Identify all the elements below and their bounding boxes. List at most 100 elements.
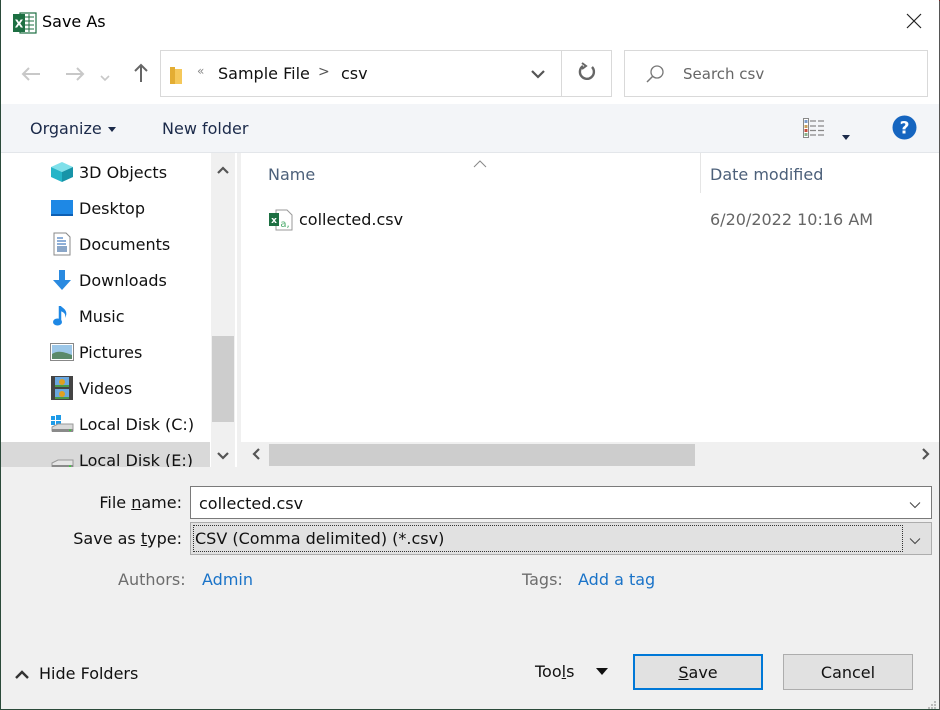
save-as-type-value: CSV (Comma delimited) (*.csv) — [195, 529, 445, 548]
column-header-date-modified[interactable]: Date modified — [710, 165, 823, 184]
file-name: collected.csv — [299, 210, 404, 229]
nav-item-label: Videos — [79, 378, 133, 398]
nav-item-label: Desktop — [79, 198, 145, 218]
excel-icon: X — [13, 12, 37, 34]
forward-button[interactable] — [60, 60, 90, 90]
label-text: ype: — [147, 529, 182, 548]
breadcrumb-sample-file[interactable]: Sample File — [218, 64, 310, 83]
nav-item-3d-objects[interactable]: 3D Objects — [1, 154, 210, 190]
file-name-label: File name: — [81, 493, 182, 512]
back-button[interactable] — [16, 60, 46, 90]
label-text: Too — [535, 662, 562, 681]
close-icon — [906, 13, 922, 33]
scroll-left-button[interactable] — [243, 442, 269, 468]
file-row[interactable]: x a, collected.csv 6/20/2022 10:16 AM — [261, 203, 931, 237]
nav-item-label: Local Disk (E:) — [79, 450, 193, 468]
help-icon: ? — [892, 115, 917, 144]
label-text: File — [99, 493, 132, 512]
file-date-modified: 6/20/2022 10:16 AM — [710, 210, 874, 229]
hide-folders-button[interactable]: Hide Folders — [15, 664, 138, 683]
nav-item-desktop[interactable]: Desktop — [1, 190, 210, 226]
scroll-up-button[interactable] — [211, 155, 235, 183]
nav-item-pictures[interactable]: Pictures — [1, 334, 210, 370]
nav-item-videos[interactable]: Videos — [1, 370, 210, 406]
navigation-pane: 3D Objects Desktop Documents Downloads M… — [1, 153, 237, 467]
desktop-icon — [50, 196, 74, 220]
authors-value[interactable]: Admin — [202, 570, 253, 589]
arrow-left-icon — [21, 63, 41, 87]
chevron-down-icon — [100, 63, 110, 87]
tools-menu-button[interactable]: Tools — [535, 662, 609, 681]
tags-input[interactable]: Add a tag — [578, 570, 655, 589]
svg-text:x: x — [271, 216, 277, 226]
command-bar: Organize New folder — [1, 104, 939, 153]
overflow-chevron[interactable]: « — [197, 64, 204, 78]
save-button[interactable]: Save — [633, 654, 763, 690]
search-input[interactable] — [683, 63, 913, 85]
chevron-left-icon — [252, 446, 260, 464]
window-title: Save As — [42, 12, 106, 31]
file-name-combobox[interactable] — [190, 486, 932, 519]
column-header-name[interactable]: Name — [268, 165, 315, 184]
details-view-icon — [803, 118, 825, 142]
nav-item-local-disk-c[interactable]: Local Disk (C:) — [1, 406, 210, 442]
file-list-pane: Name Date modified x a, collected.csv 6/2… — [241, 153, 939, 442]
help-button[interactable]: ? — [892, 115, 917, 144]
svg-text:a,: a, — [280, 219, 289, 230]
chevron-down-icon[interactable] — [909, 495, 921, 513]
arrow-up-icon — [133, 63, 149, 88]
save-as-type-select[interactable]: CSV (Comma delimited) (*.csv) — [190, 522, 932, 555]
organize-label: Organize — [30, 119, 102, 138]
close-button[interactable] — [891, 6, 937, 40]
pictures-icon — [50, 340, 74, 364]
scroll-down-button[interactable] — [211, 441, 235, 467]
chevron-down-icon — [531, 65, 545, 83]
scroll-thumb[interactable] — [269, 444, 695, 466]
label-text: s — [566, 662, 575, 681]
label-text: ame: — [141, 493, 182, 512]
change-view-button[interactable] — [803, 118, 859, 142]
organize-menu-button[interactable]: Organize — [30, 119, 116, 138]
folder-icon — [169, 65, 183, 89]
nav-item-label: Documents — [79, 234, 171, 254]
address-history-dropdown[interactable] — [527, 61, 549, 87]
new-folder-button[interactable]: New folder — [162, 119, 248, 138]
nav-item-label: Music — [79, 306, 125, 326]
nav-item-music[interactable]: Music — [1, 298, 210, 334]
nav-item-documents[interactable]: Documents — [1, 226, 210, 262]
nav-pane-scrollbar[interactable] — [211, 153, 235, 467]
refresh-icon — [577, 61, 597, 86]
nav-item-label: Downloads — [79, 270, 167, 290]
nav-item-label: Pictures — [79, 342, 143, 362]
refresh-button[interactable] — [561, 51, 612, 96]
up-button[interactable] — [126, 60, 156, 90]
nav-item-label: 3D Objects — [79, 162, 168, 182]
file-list-horizontal-scrollbar[interactable] — [241, 442, 939, 468]
tools-label: Tools — [535, 662, 574, 681]
breadcrumb-csv[interactable]: csv — [341, 64, 368, 83]
view-options-caret-icon[interactable] — [841, 127, 851, 145]
recent-locations-button[interactable] — [95, 60, 115, 90]
accelerator-key: S — [678, 662, 689, 682]
address-bar[interactable]: « Sample File > csv — [160, 50, 612, 97]
search-box[interactable] — [624, 50, 928, 97]
column-divider[interactable] — [700, 153, 701, 193]
resize-grip-icon[interactable] — [927, 696, 937, 710]
documents-icon — [50, 232, 74, 256]
nav-item-downloads[interactable]: Downloads — [1, 262, 210, 298]
authors-label: Authors: — [118, 570, 186, 589]
music-icon — [50, 304, 74, 328]
nav-item-local-disk-e[interactable]: Local Disk (E:) — [1, 442, 210, 467]
sort-ascending-icon — [473, 154, 487, 172]
label-text: Save as — [73, 529, 141, 548]
breadcrumb-separator[interactable]: > — [318, 64, 330, 80]
nav-item-label: Local Disk (C:) — [79, 414, 195, 434]
scroll-right-button[interactable] — [913, 442, 939, 468]
cancel-button[interactable]: Cancel — [783, 654, 913, 690]
scroll-thumb[interactable] — [212, 336, 234, 422]
svg-text:X: X — [15, 18, 24, 31]
file-name-input[interactable] — [199, 492, 889, 514]
caret-down-icon — [107, 127, 116, 132]
navigation-bar: « Sample File > csv — [1, 46, 939, 104]
arrow-right-icon — [65, 63, 85, 87]
